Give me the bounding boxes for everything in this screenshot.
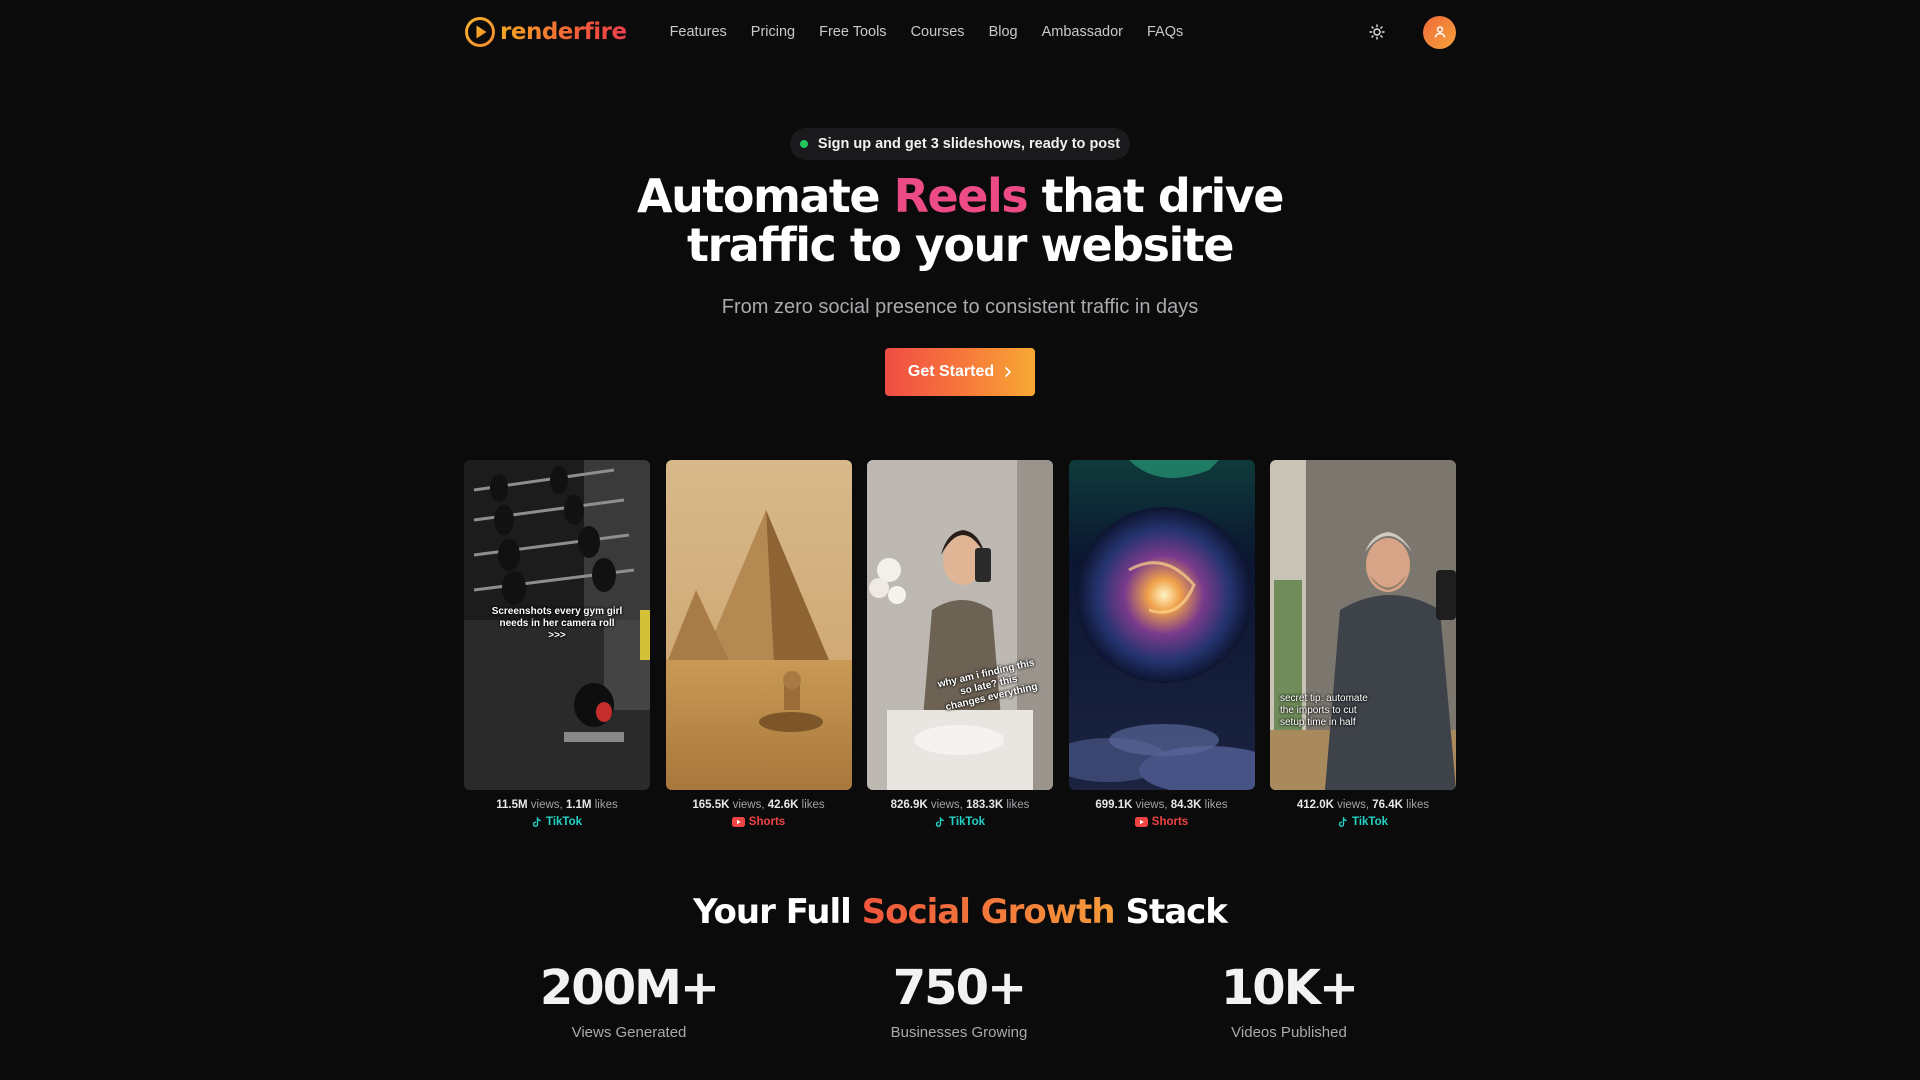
galaxy-photo	[1068, 460, 1255, 790]
top-nav: renderfire Features Pricing Free Tools C…	[464, 12, 1456, 52]
platform-badge: TikTok	[464, 816, 650, 828]
metric-label: Businesses Growing	[890, 1024, 1028, 1041]
play-logo-icon	[465, 17, 495, 47]
platform-name: Shorts	[748, 816, 786, 828]
theme-toggle-button[interactable]	[1365, 20, 1389, 44]
likes-count: 183.3K	[966, 799, 1004, 811]
metrics-row: 200M+ Views Generated 750+ Businesses Gr…	[464, 960, 1456, 1041]
platform-name: TikTok	[949, 816, 985, 828]
views-label: views	[1337, 799, 1366, 811]
youtube-icon	[1134, 817, 1148, 827]
example-videos: Screenshots every gym girl needs in her …	[464, 460, 1456, 828]
section-title-pre: Your Full	[693, 892, 862, 932]
metric-value: 200M+	[539, 960, 720, 1016]
likes-count: 42.6K	[767, 799, 799, 811]
video-caption: Screenshots every gym girl needs in her …	[491, 606, 623, 641]
likes-label: likes	[1406, 799, 1430, 811]
likes-count: 76.4K	[1372, 799, 1403, 811]
platform-name: Shorts	[1151, 816, 1189, 828]
hero-headline: Automate Reels that drive traffic to you…	[560, 172, 1360, 270]
likes-label: likes	[801, 799, 825, 811]
video-card: 165.5K views, 42.6K likes Shorts	[665, 460, 852, 828]
metric-videos: 10K+ Videos Published	[1124, 960, 1454, 1041]
nav-pricing[interactable]: Pricing	[751, 24, 795, 40]
video-stats: 165.5K views, 42.6K likes	[692, 799, 825, 811]
man-selfie-photo	[1270, 460, 1456, 790]
video-stats: 412.0K views, 76.4K likes	[1296, 799, 1430, 811]
platform-name: TikTok	[1352, 816, 1388, 828]
platform-badge: TikTok	[867, 816, 1053, 828]
video-thumbnail[interactable]	[665, 460, 852, 790]
video-card: Screenshots every gym girl needs in her …	[464, 460, 650, 828]
metric-label: Views Generated	[571, 1024, 687, 1041]
views-count: 699.1K	[1095, 799, 1133, 811]
tiktok-icon	[935, 816, 944, 827]
views-label: views	[732, 799, 762, 811]
metric-value: 750+	[892, 960, 1027, 1016]
nav-ambassador[interactable]: Ambassador	[1042, 24, 1123, 40]
views-label: views	[530, 799, 560, 811]
video-thumbnail[interactable]: Screenshots every gym girl needs in her …	[464, 460, 650, 790]
video-stats: 699.1K views, 84.3K likes	[1095, 799, 1228, 811]
section-title: Your Full Social Growth Stack	[560, 892, 1360, 932]
platform-badge: Shorts	[1069, 816, 1255, 828]
views-label: views	[930, 799, 960, 811]
tiktok-icon	[532, 816, 541, 827]
metric-label: Videos Published	[1231, 1024, 1347, 1041]
mirror-selfie-photo	[867, 460, 1053, 790]
signup-badge: Sign up and get 3 slideshows, ready to p…	[790, 128, 1130, 160]
user-icon	[1434, 26, 1445, 38]
video-card: 699.1K views, 84.3K likes Shorts	[1068, 460, 1255, 828]
brand-logo[interactable]: renderfire	[464, 16, 627, 48]
section-title-accent: Social Growth	[861, 892, 1116, 932]
get-started-label: Get Started	[907, 363, 995, 380]
youtube-icon	[731, 817, 745, 827]
video-thumbnail[interactable]: secret tip: automate the imports to cut …	[1270, 460, 1456, 790]
brand-name: renderfire	[500, 19, 627, 45]
video-card: secret tip: automate the imports to cut …	[1270, 460, 1456, 828]
nav-blog[interactable]: Blog	[989, 24, 1018, 40]
hero-subtitle: From zero social presence to consistent …	[721, 296, 1199, 318]
nav-faqs[interactable]: FAQs	[1147, 24, 1183, 40]
headline-pre: Automate	[637, 169, 894, 223]
account-avatar-button[interactable]	[1423, 15, 1456, 49]
views-count: 165.5K	[692, 799, 730, 811]
tiktok-icon	[1338, 816, 1347, 827]
likes-label: likes	[1204, 799, 1228, 811]
video-card: why am i finding this so late? this chan…	[867, 460, 1053, 828]
likes-label: likes	[594, 799, 618, 811]
nav-free-tools[interactable]: Free Tools	[819, 24, 886, 40]
status-dot-icon	[799, 140, 808, 148]
nav-actions	[1365, 15, 1456, 49]
views-label: views	[1135, 799, 1165, 811]
chevron-right-icon	[1005, 367, 1011, 377]
metric-views: 200M+ Views Generated	[464, 960, 794, 1041]
platform-badge: Shorts	[666, 816, 852, 828]
views-count: 412.0K	[1296, 799, 1334, 811]
pyramid-photo	[665, 460, 852, 790]
likes-count: 1.1M	[565, 799, 592, 811]
video-thumbnail[interactable]: why am i finding this so late? this chan…	[867, 460, 1053, 790]
views-count: 11.5M	[496, 799, 528, 811]
likes-count: 84.3K	[1170, 799, 1202, 811]
nav-links: Features Pricing Free Tools Courses Blog…	[670, 24, 1184, 40]
video-stats: 826.9K views, 183.3K likes	[890, 799, 1030, 811]
views-count: 826.9K	[890, 799, 928, 811]
metric-businesses: 750+ Businesses Growing	[794, 960, 1124, 1041]
section-title-post: Stack	[1114, 892, 1227, 932]
get-started-button[interactable]: Get Started	[885, 348, 1035, 396]
metric-value: 10K+	[1220, 960, 1359, 1016]
landing-page: renderfire Features Pricing Free Tools C…	[0, 0, 1920, 1080]
nav-features[interactable]: Features	[670, 24, 727, 40]
platform-badge: TikTok	[1270, 816, 1456, 828]
video-stats: 11.5M views, 1.1M likes	[496, 799, 618, 811]
signup-badge-text: Sign up and get 3 slideshows, ready to p…	[817, 136, 1121, 152]
headline-accent: Reels	[893, 169, 1029, 223]
video-thumbnail[interactable]	[1068, 460, 1255, 790]
likes-label: likes	[1006, 799, 1030, 811]
platform-name: TikTok	[546, 816, 582, 828]
video-caption: secret tip: automate the imports to cut …	[1280, 693, 1368, 728]
sun-icon	[1369, 24, 1385, 40]
nav-courses[interactable]: Courses	[911, 24, 965, 40]
